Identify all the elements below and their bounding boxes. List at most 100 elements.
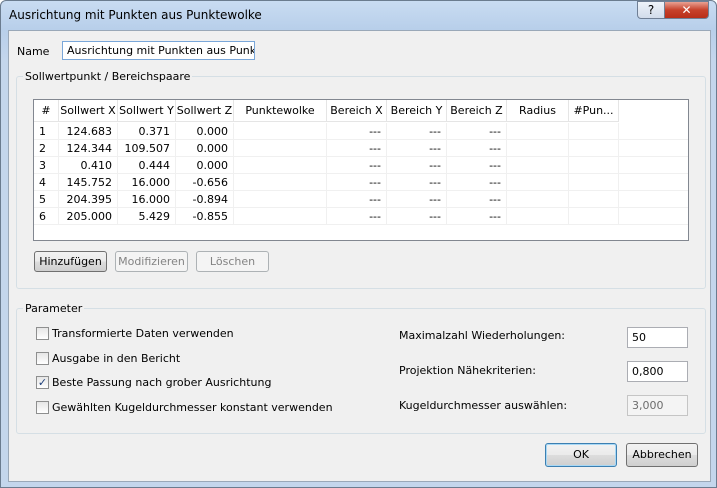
- cell-punktewolke: [234, 208, 327, 225]
- cell-bereich-x: ---: [327, 140, 387, 157]
- cell-sollwert-y: 0.444: [118, 157, 176, 174]
- cell-num-points: [569, 208, 619, 225]
- report-output-checkbox[interactable]: [36, 352, 49, 365]
- cell-sollwert-z: 0.000: [176, 140, 234, 157]
- best-fit-label: Beste Passung nach grober Ausrichtung: [52, 376, 272, 389]
- column-header-bereich-x[interactable]: Bereich X: [327, 100, 387, 122]
- column-header-num-points[interactable]: #Pun...: [569, 100, 619, 122]
- cell-bereich-x: ---: [327, 208, 387, 225]
- cell-sollwert-z: -0.894: [176, 191, 234, 208]
- cell-sollwert-x: 124.344: [59, 140, 118, 157]
- cell-sollwert-z: 0.000: [176, 123, 234, 140]
- name-input[interactable]: Ausrichtung mit Punkten aus Punktewolke: [62, 41, 255, 60]
- cell-radius: [507, 208, 569, 225]
- close-button[interactable]: ✕: [664, 1, 709, 19]
- cell-radius: [507, 191, 569, 208]
- table-row[interactable]: 1 124.683 0.371 0.000 --- --- ---: [34, 123, 688, 140]
- cancel-button[interactable]: Abbrechen: [626, 443, 698, 467]
- window-title: Ausrichtung mit Punkten aus Punktewolke: [9, 8, 262, 22]
- cell-punktewolke: [234, 174, 327, 191]
- cell-row-number: 4: [34, 174, 59, 191]
- cell-bereich-x: ---: [327, 174, 387, 191]
- cell-sollwert-z: 0.000: [176, 157, 234, 174]
- cell-num-points: [569, 174, 619, 191]
- cell-num-points: [569, 157, 619, 174]
- cell-radius: [507, 174, 569, 191]
- cell-sollwert-z: -0.656: [176, 174, 234, 191]
- cell-bereich-y: ---: [387, 208, 447, 225]
- cell-sollwert-x: 124.683: [59, 123, 118, 140]
- cell-sollwert-y: 0.371: [118, 123, 176, 140]
- cell-sollwert-z: -0.855: [176, 208, 234, 225]
- cell-sollwert-y: 16.000: [118, 191, 176, 208]
- best-fit-checkbox[interactable]: ✓: [36, 376, 49, 389]
- cell-bereich-x: ---: [327, 191, 387, 208]
- constant-sphere-checkbox[interactable]: [36, 401, 49, 414]
- cell-num-points: [569, 123, 619, 140]
- cell-sollwert-x: 0.410: [59, 157, 118, 174]
- column-header-sollwert-z[interactable]: Sollwert Z: [176, 100, 234, 122]
- report-output-label: Ausgabe in den Bericht: [52, 352, 181, 365]
- table-row[interactable]: 4 145.752 16.000 -0.656 --- --- ---: [34, 174, 688, 191]
- cell-num-points: [569, 140, 619, 157]
- cell-row-number: 6: [34, 208, 59, 225]
- column-header-sollwert-y[interactable]: Sollwert Y: [118, 100, 176, 122]
- cell-bereich-z: ---: [447, 174, 507, 191]
- cell-row-number: 3: [34, 157, 59, 174]
- cell-punktewolke: [234, 191, 327, 208]
- cell-row-number: 2: [34, 140, 59, 157]
- cell-row-number: 5: [34, 191, 59, 208]
- projection-label: Projektion Nähekriterien:: [399, 364, 536, 377]
- cell-bereich-z: ---: [447, 157, 507, 174]
- dialog-body: Name Ausrichtung mit Punkten aus Punktew…: [8, 30, 711, 482]
- cell-sollwert-x: 205.000: [59, 208, 118, 225]
- cell-bereich-y: ---: [387, 157, 447, 174]
- max-iterations-input[interactable]: 50: [627, 327, 688, 348]
- parameter-group-title: Parameter: [23, 302, 85, 315]
- column-header-radius[interactable]: Radius: [507, 100, 569, 122]
- name-label: Name: [17, 45, 50, 58]
- sphere-diameter-input[interactable]: 3,000: [627, 395, 688, 416]
- add-button[interactable]: Hinzufügen: [34, 251, 107, 272]
- cell-sollwert-x: 204.395: [59, 191, 118, 208]
- cell-bereich-y: ---: [387, 191, 447, 208]
- transform-data-checkbox[interactable]: [36, 327, 49, 340]
- cell-sollwert-y: 16.000: [118, 174, 176, 191]
- cell-sollwert-x: 145.752: [59, 174, 118, 191]
- cell-sollwert-y: 109.507: [118, 140, 176, 157]
- cell-radius: [507, 157, 569, 174]
- column-header-bereich-z[interactable]: Bereich Z: [447, 100, 507, 122]
- cell-bereich-y: ---: [387, 140, 447, 157]
- max-iterations-label: Maximalzahl Wiederholungen:: [399, 329, 566, 342]
- column-header-punktewolke[interactable]: Punktewolke: [234, 100, 327, 122]
- cell-bereich-x: ---: [327, 123, 387, 140]
- column-header-sollwert-x[interactable]: Sollwert X: [59, 100, 118, 122]
- cell-punktewolke: [234, 157, 327, 174]
- cell-row-number: 1: [34, 123, 59, 140]
- column-header-bereich-y[interactable]: Bereich Y: [387, 100, 447, 122]
- delete-button[interactable]: Löschen: [196, 251, 269, 272]
- table-row[interactable]: 6 205.000 5.429 -0.855 --- --- ---: [34, 208, 688, 225]
- column-header-row-number[interactable]: #: [34, 100, 59, 122]
- constant-sphere-label: Gewählten Kugeldurchmesser konstant verw…: [52, 401, 333, 414]
- ok-button[interactable]: OK: [545, 443, 617, 467]
- pairs-table[interactable]: # Sollwert X Sollwert Y Sollwert Z Punktewol…: [33, 99, 689, 242]
- table-row[interactable]: 5 204.395 16.000 -0.894 --- --- ---: [34, 191, 688, 208]
- table-row[interactable]: 3 0.410 0.444 0.000 --- --- ---: [34, 157, 688, 174]
- dialog-window: Ausrichtung mit Punkten aus Punktewolke …: [0, 0, 717, 488]
- projection-input[interactable]: 0,800: [627, 361, 688, 382]
- cell-radius: [507, 123, 569, 140]
- cell-bereich-z: ---: [447, 191, 507, 208]
- cell-num-points: [569, 191, 619, 208]
- cell-bereich-z: ---: [447, 123, 507, 140]
- transform-data-label: Transformierte Daten verwenden: [52, 327, 234, 340]
- cell-bereich-z: ---: [447, 140, 507, 157]
- title-bar[interactable]: Ausrichtung mit Punkten aus Punktewolke …: [1, 1, 716, 29]
- cell-bereich-z: ---: [447, 208, 507, 225]
- sphere-diameter-label: Kugeldurchmesser auswählen:: [399, 399, 568, 412]
- help-button[interactable]: ?: [637, 1, 665, 19]
- cell-bereich-y: ---: [387, 174, 447, 191]
- table-row-empty: [34, 225, 688, 242]
- modify-button[interactable]: Modifizieren: [115, 251, 188, 272]
- table-row[interactable]: 2 124.344 109.507 0.000 --- --- ---: [34, 140, 688, 157]
